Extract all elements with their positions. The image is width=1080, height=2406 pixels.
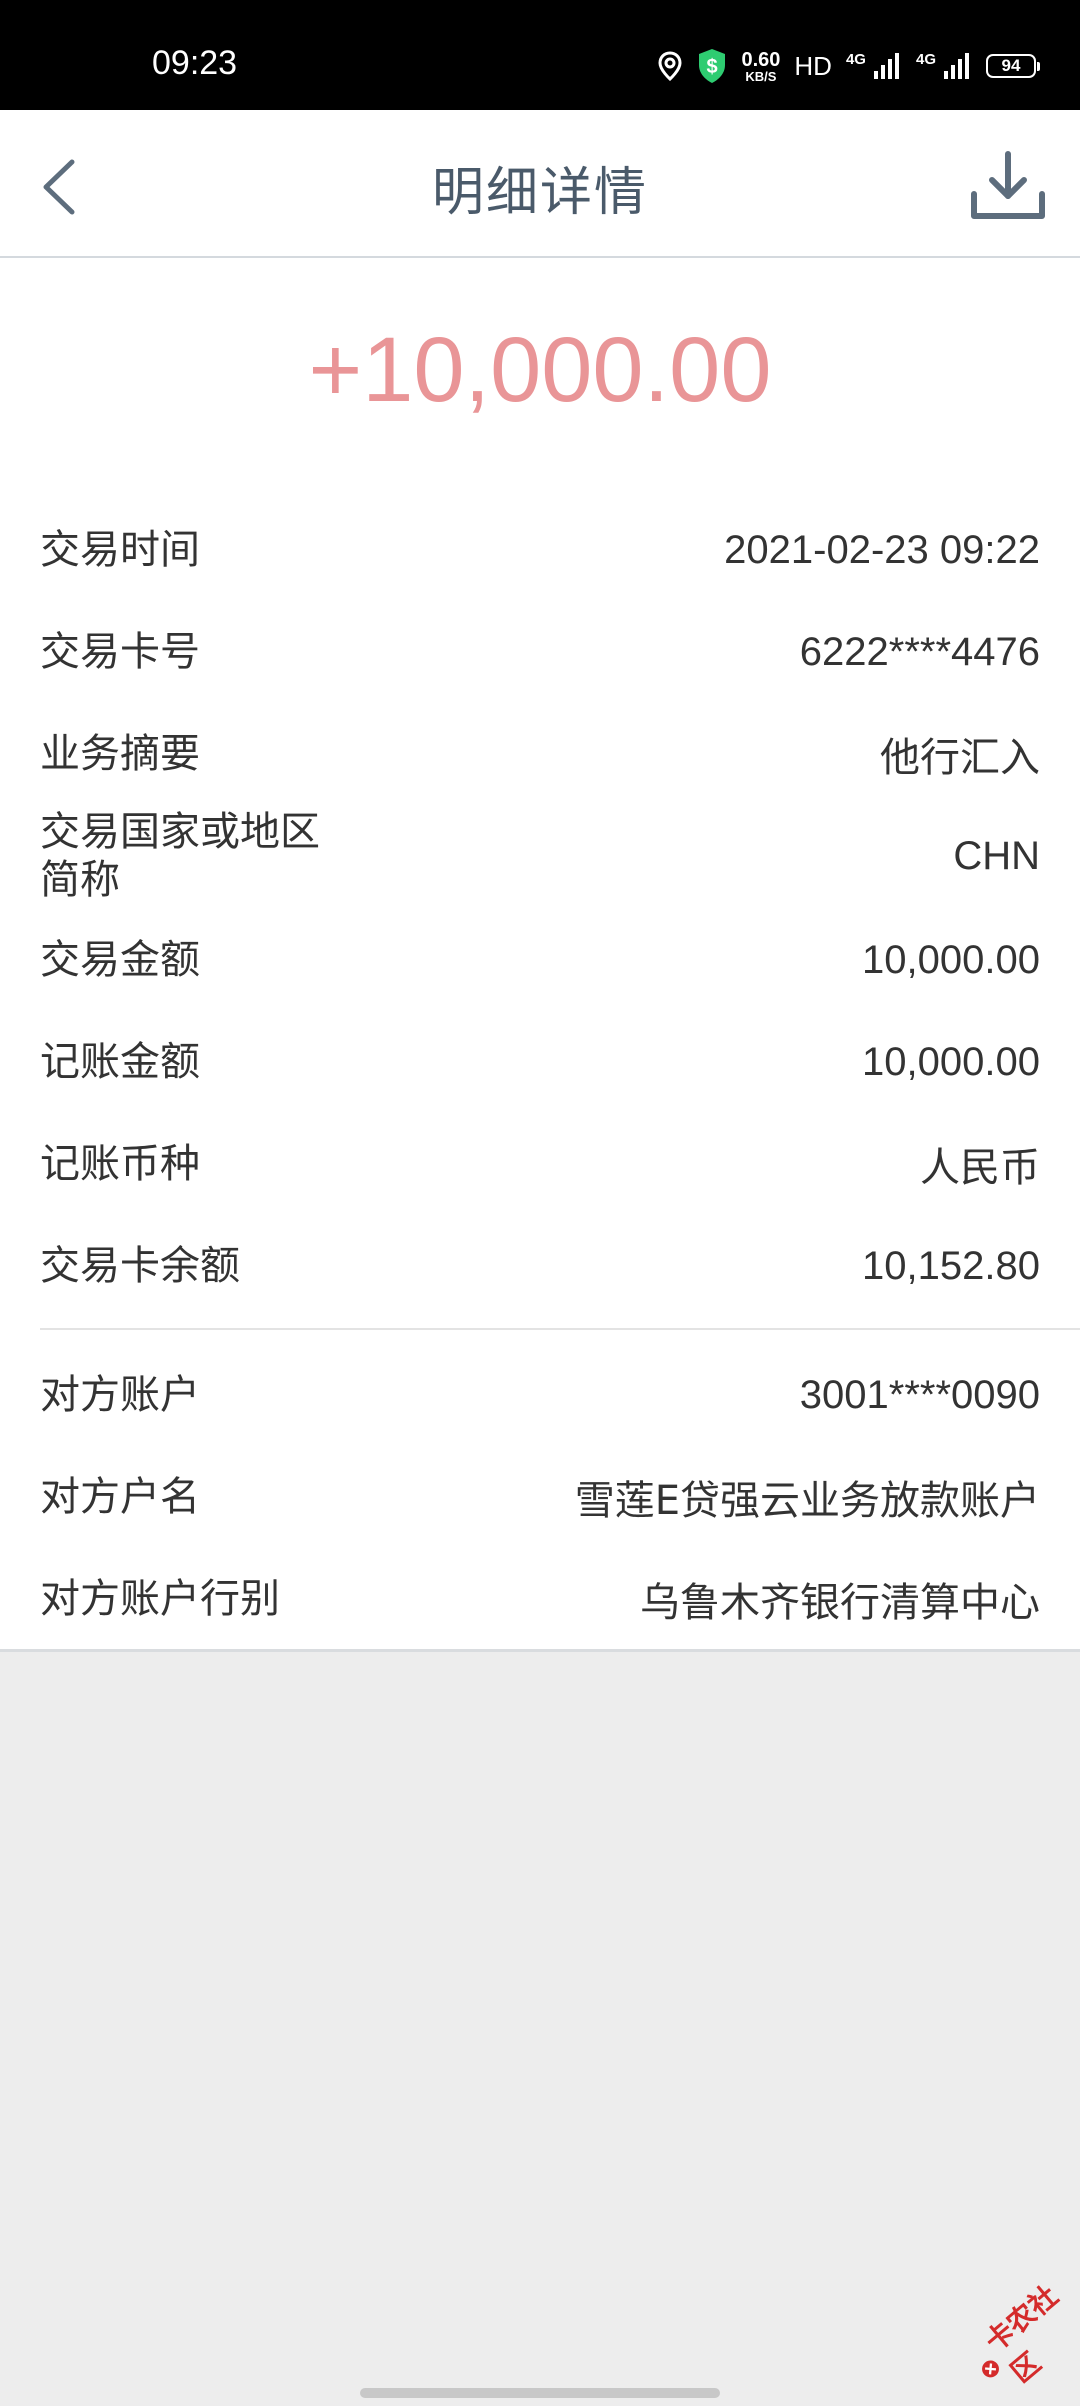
- detail-label: 对方账户行别: [40, 1576, 280, 1622]
- detail-label: 交易卡余额: [40, 1243, 240, 1289]
- detail-row-booked-amount: 记账金额 10,000.00: [40, 1012, 1040, 1112]
- status-bar: 09:23 $ 0.60 KB/S HD 4G 4G 94: [0, 0, 1080, 110]
- shield-dollar-icon: $: [699, 49, 726, 83]
- detail-row-summary: 业务摘要 他行汇入: [40, 704, 1040, 804]
- download-icon: [971, 151, 1045, 219]
- location-icon: [658, 51, 682, 81]
- detail-value: 人民币: [920, 1145, 1040, 1191]
- battery-level: 94: [1001, 56, 1021, 75]
- detail-row-balance: 交易卡余额 10,152.80: [40, 1216, 1040, 1316]
- detail-label: 业务摘要: [40, 731, 200, 777]
- detail-value: 3001****0090: [799, 1372, 1040, 1417]
- signal-icon: [873, 53, 899, 79]
- detail-value: 10,000.00: [862, 1039, 1040, 1084]
- svg-text:$: $: [707, 56, 718, 78]
- battery-icon: 94: [986, 54, 1040, 78]
- detail-label: 交易金额: [40, 937, 200, 983]
- status-time: 09:23: [152, 44, 238, 82]
- hd-indicator: HD: [794, 50, 832, 81]
- download-button[interactable]: [968, 146, 1048, 226]
- detail-label: 对方账户: [40, 1372, 200, 1418]
- signal-icon: [944, 53, 969, 79]
- status-icons: $ 0.60 KB/S HD 4G 4G 94: [657, 46, 1040, 86]
- detail-value: 6222****4476: [799, 629, 1040, 674]
- section-divider: [40, 1328, 1080, 1330]
- detail-value: CHN: [953, 833, 1040, 878]
- detail-label: 记账币种: [40, 1141, 200, 1187]
- detail-row-trans-amount: 交易金额 10,000.00: [40, 910, 1040, 1010]
- detail-value: 10,000.00: [862, 937, 1040, 982]
- header: 明细详情: [0, 110, 1080, 258]
- detail-row-counter-name: 对方户名 雪莲E贷强云业务放款账户: [40, 1447, 1040, 1547]
- detail-label: 交易国家或地区 简称: [40, 809, 320, 903]
- detail-row-currency: 记账币种 人民币: [40, 1114, 1040, 1214]
- detail-label: 对方户名: [40, 1474, 200, 1520]
- detail-row-counter-account: 对方账户 3001****0090: [40, 1345, 1040, 1445]
- detail-value: 2021-02-23 09:22: [724, 527, 1040, 572]
- detail-card: +10,000.00 交易时间 2021-02-23 09:22 交易卡号 62…: [0, 258, 1080, 1652]
- transaction-amount: +10,000.00: [308, 319, 772, 421]
- network-type-1: 4G: [845, 50, 866, 68]
- network-type-2: 4G: [915, 50, 936, 68]
- detail-label: 交易卡号: [40, 629, 200, 675]
- detail-value: 乌鲁木齐银行清算中心: [640, 1580, 1040, 1626]
- detail-row-card: 交易卡号 6222****4476: [40, 602, 1040, 702]
- detail-value: 他行汇入: [880, 735, 1040, 781]
- detail-row-time: 交易时间 2021-02-23 09:22: [40, 500, 1040, 600]
- net-speed: 0.60 KB/S: [741, 48, 781, 84]
- detail-row-country: 交易国家或地区 简称 CHN: [40, 806, 1040, 906]
- watermark: 卡农社区: [957, 2274, 1080, 2406]
- detail-value: 10,152.80: [862, 1243, 1040, 1288]
- page-title: 明细详情: [431, 163, 648, 223]
- detail-value: 雪莲E贷强云业务放款账户: [574, 1478, 1040, 1524]
- detail-label: 交易时间: [40, 527, 200, 573]
- detail-label: 记账金额: [40, 1039, 200, 1085]
- home-indicator[interactable]: [360, 2388, 720, 2398]
- detail-row-counter-bank: 对方账户行别 乌鲁木齐银行清算中心: [40, 1549, 1040, 1649]
